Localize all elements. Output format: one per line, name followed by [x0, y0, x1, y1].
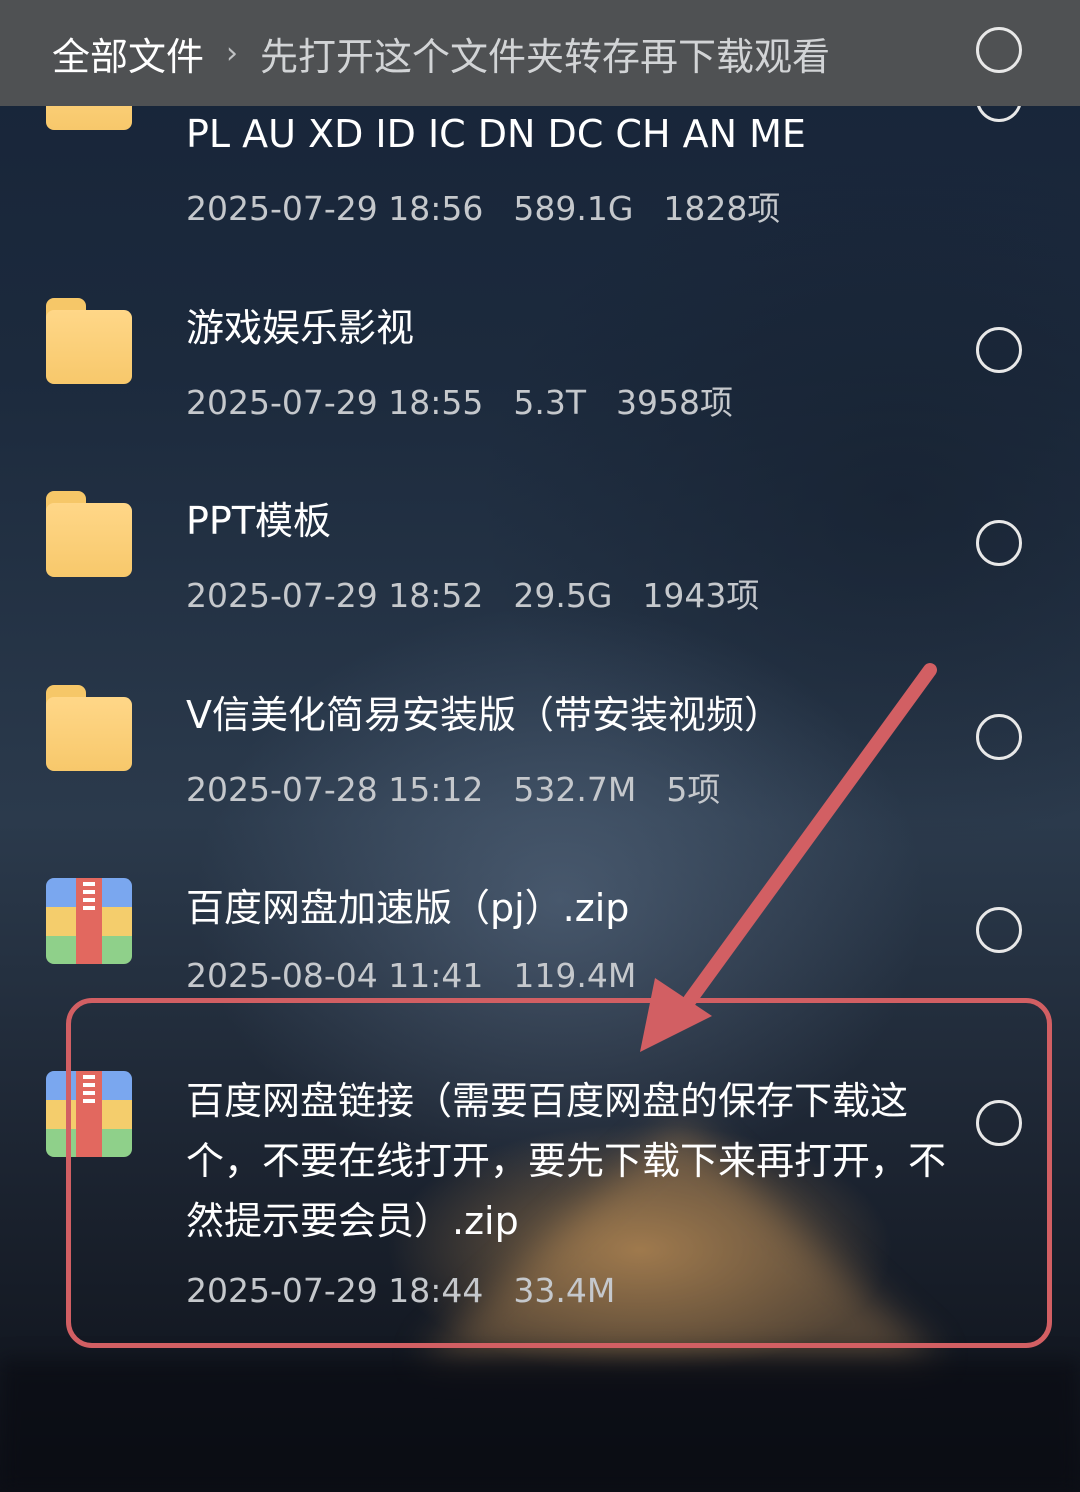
file-browser-screen: PL AU XD ID IC DN DC CH AN ME 2025-07-29…: [0, 0, 1080, 1492]
breadcrumb-separator-icon: ›: [226, 35, 239, 71]
header-bar: 全部文件 › 先打开这个文件夹转存再下载观看: [0, 0, 1080, 106]
annotation-arrow-icon: [640, 663, 937, 1052]
breadcrumb-root[interactable]: 全部文件: [52, 26, 204, 81]
select-all-circle-icon[interactable]: [976, 27, 1022, 73]
breadcrumb-current-folder: 先打开这个文件夹转存再下载观看: [260, 34, 831, 79]
